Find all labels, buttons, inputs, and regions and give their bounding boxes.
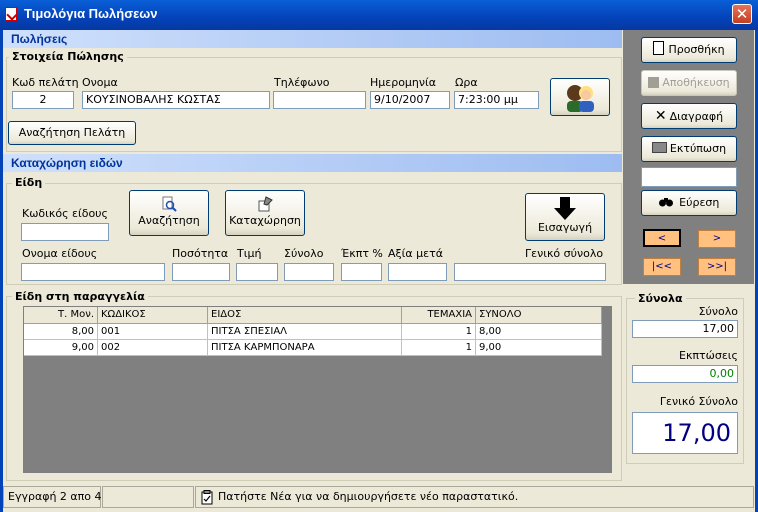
- customers-icon: [567, 85, 594, 112]
- item-grand-total-field[interactable]: [454, 263, 606, 281]
- search-item-label: Αναζήτηση: [138, 214, 200, 227]
- order-items-grid[interactable]: Τ. Μον. ΚΩΔΙΚΟΣ ΕΙΔΟΣ ΤΕΜΑΧΙΑ ΣΥΝΟΛΟ 8,0…: [23, 306, 612, 473]
- delete-button-label: Διαγραφή: [669, 110, 724, 123]
- window-title: Τιμολόγια Πωλήσεων: [24, 6, 158, 21]
- clipboard-icon: [201, 490, 213, 512]
- table-cell[interactable]: 8,00: [476, 324, 602, 340]
- table-cell[interactable]: 8,00: [24, 324, 98, 340]
- entry-header: Καταχώρηση ειδών: [3, 154, 622, 172]
- item-code-field[interactable]: [21, 223, 109, 241]
- search-item-button[interactable]: Αναζήτηση: [129, 190, 209, 236]
- discounts-label: Εκπτώσεις: [679, 349, 738, 362]
- column-header-code[interactable]: ΚΩΔΙΚΟΣ: [98, 307, 208, 324]
- table-cell[interactable]: 1: [402, 324, 476, 340]
- register-item-button[interactable]: Καταχώρηση: [225, 190, 305, 236]
- customer-group-label: Στοιχεία Πώλησης: [9, 50, 127, 63]
- phone-field[interactable]: [273, 91, 366, 109]
- table-cell[interactable]: 9,00: [476, 340, 602, 356]
- sum-label: Σύνολο: [698, 305, 738, 318]
- order-items-label: Είδη στη παραγγελία: [12, 290, 148, 303]
- item-grand-total-label: Γενικό σύνολο: [525, 247, 604, 260]
- status-record-count: Εγγραφή 2 απο 4: [3, 486, 102, 508]
- customer-name-field[interactable]: ΚΟΥΣΙΝΟΒΑΛΗΣ ΚΩΣΤΑΣ: [82, 91, 270, 109]
- magnifier-icon: [130, 196, 208, 214]
- print-button-label: Εκτύπωση: [669, 142, 727, 155]
- value-after-label: Αξία μετά: [388, 247, 443, 260]
- find-button[interactable]: Εύρεση: [641, 190, 737, 216]
- item-code-label: Κωδικός είδους: [22, 207, 108, 220]
- insert-label: Εισαγωγή: [537, 221, 593, 234]
- table-cell[interactable]: 002: [98, 340, 208, 356]
- time-label: Ωρα: [455, 76, 478, 89]
- sales-header: Πωλήσεις: [3, 30, 622, 48]
- search-customer-button[interactable]: Αναζήτηση Πελάτη: [8, 121, 136, 145]
- price-label: Τιμή: [237, 247, 262, 260]
- quantity-field[interactable]: [172, 263, 230, 281]
- document-check-icon: [5, 7, 17, 21]
- totals-group-label: Σύνολα: [635, 292, 686, 305]
- status-hint: Πατήστε Νέα για να δημιουργήσετε νέο παρ…: [195, 486, 754, 508]
- printer-icon: [651, 142, 667, 153]
- table-cell[interactable]: 1: [402, 340, 476, 356]
- new-button-label: Προσθήκη: [668, 43, 725, 56]
- find-input[interactable]: [641, 167, 737, 187]
- discounts-field[interactable]: 0,00: [632, 365, 738, 383]
- next-record-button[interactable]: >: [698, 230, 736, 248]
- save-button[interactable]: Αποθήκευση: [641, 70, 737, 96]
- column-header-item[interactable]: ΕΙΔΟΣ: [208, 307, 402, 324]
- grand-total-label: Γενικό Σύνολο: [659, 395, 738, 408]
- status-panel: [102, 486, 194, 508]
- table-cell[interactable]: ΠΙΤΣΑ ΚΑΡΜΠΟΝΑΡΑ: [208, 340, 402, 356]
- last-record-button[interactable]: >>|: [698, 258, 736, 276]
- value-after-field[interactable]: [388, 263, 447, 281]
- previous-record-button[interactable]: <: [643, 229, 681, 247]
- discount-percent-field[interactable]: [341, 263, 382, 281]
- item-name-field[interactable]: [21, 263, 165, 281]
- column-header-pieces[interactable]: ΤΕΜΑΧΙΑ: [402, 307, 476, 324]
- items-group-label: Είδη: [12, 176, 46, 189]
- quantity-label: Ποσότητα: [172, 247, 229, 260]
- print-button[interactable]: Εκτύπωση: [641, 136, 737, 162]
- first-record-button[interactable]: |<<: [643, 258, 681, 276]
- price-field[interactable]: [236, 263, 278, 281]
- item-total-label: Σύνολο: [284, 247, 324, 260]
- new-button[interactable]: Προσθήκη: [641, 37, 737, 63]
- insert-button[interactable]: Εισαγωγή: [525, 193, 605, 241]
- new-document-icon: [653, 41, 665, 55]
- time-field[interactable]: 7:23:00 μμ: [454, 91, 539, 109]
- phone-label: Τηλέφωνο: [274, 76, 330, 89]
- sum-field[interactable]: 17,00: [632, 320, 738, 338]
- customer-name-label: Ονομα: [82, 76, 118, 89]
- floppy-icon: [648, 77, 660, 88]
- register-icon: [226, 196, 304, 214]
- table-cell[interactable]: 9,00: [24, 340, 98, 356]
- discount-percent-label: Έκπτ %: [341, 247, 383, 260]
- column-header-total[interactable]: ΣΥΝΟΛΟ: [476, 307, 602, 324]
- item-total-field[interactable]: [284, 263, 334, 281]
- date-label: Ημερομηνία: [370, 76, 437, 89]
- table-cell[interactable]: 001: [98, 324, 208, 340]
- arrow-down-icon: [526, 197, 604, 221]
- customer-code-label: Κωδ πελάτη: [12, 76, 79, 89]
- binoculars-icon: [658, 196, 677, 209]
- x-icon: ✕: [654, 108, 667, 124]
- status-hint-text: Πατήστε Νέα για να δημιουργήσετε νέο παρ…: [218, 490, 519, 503]
- window-frame-left: [0, 30, 3, 512]
- save-button-label: Αποθήκευση: [662, 76, 730, 89]
- grand-total-field[interactable]: 17,00: [632, 412, 738, 454]
- delete-button[interactable]: ✕ Διαγραφή: [641, 103, 737, 129]
- table-cell[interactable]: ΠΙΤΣΑ ΣΠΕΣΙΑΛ: [208, 324, 402, 340]
- customer-lookup-button[interactable]: [550, 78, 610, 116]
- close-button[interactable]: ✕: [732, 4, 752, 24]
- find-button-label: Εύρεση: [679, 196, 720, 209]
- date-field[interactable]: 9/10/2007: [370, 91, 450, 109]
- register-item-label: Καταχώρηση: [229, 214, 301, 227]
- item-name-label: Ονομα είδους: [22, 247, 98, 260]
- column-header-unit-price[interactable]: Τ. Μον.: [24, 307, 98, 324]
- customer-code-field[interactable]: 2: [12, 91, 74, 109]
